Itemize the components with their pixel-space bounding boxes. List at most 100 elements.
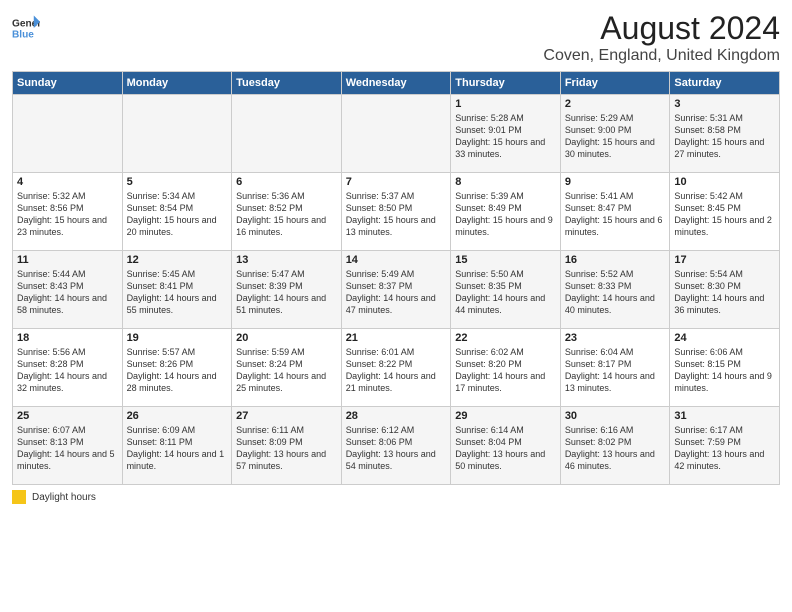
calendar-cell-w3-d4: 14Sunrise: 5:49 AMSunset: 8:37 PMDayligh… <box>341 251 451 329</box>
cell-info: Sunrise: 6:01 AMSunset: 8:22 PMDaylight:… <box>346 346 447 395</box>
day-number: 29 <box>455 410 556 422</box>
calendar-cell-w5-d4: 28 Sunrise: 6:12 AMSunset: 8:06 PMDayligh… <box>341 407 451 485</box>
calendar-cell-w1-d6: 2Sunrise: 5:29 AMSunset: 9:00 PMDaylight… <box>560 95 670 173</box>
day-number: 24 <box>674 332 775 344</box>
day-number: 23 <box>565 332 666 344</box>
calendar-cell-w4-d5: 22Sunrise: 6:02 AMSunset: 8:20 PMDayligh… <box>451 329 561 407</box>
cell-info: Sunrise: 5:56 AMSunset: 8:28 PMDaylight:… <box>17 346 118 395</box>
cell-info: Sunrise: 5:50 AMSunset: 8:35 PMDaylight:… <box>455 268 556 317</box>
day-number: 1 <box>455 98 556 110</box>
calendar-table: Sunday Monday Tuesday Wednesday Thursday… <box>12 71 780 485</box>
logo: General Blue <box>12 14 40 42</box>
week-row-5: 25Sunrise: 6:07 AMSunset: 8:13 PMDayligh… <box>13 407 780 485</box>
cell-info: Sunrise: 5:34 AMSunset: 8:54 PMDaylight:… <box>127 190 228 239</box>
week-row-1: 1 Sunrise: 5:28 AMSunset: 9:01 PMDaylight… <box>13 95 780 173</box>
calendar-cell-w4-d7: 24 Sunrise: 6:06 AMSunset: 8:15 PMDayligh… <box>670 329 780 407</box>
cell-info: Sunrise: 5:57 AMSunset: 8:26 PMDaylight:… <box>127 346 228 395</box>
legend-row: Daylight hours <box>12 490 780 504</box>
cell-info: Sunrise: 5:45 AMSunset: 8:41 PMDaylight:… <box>127 268 228 317</box>
calendar-cell-w2-d5: 8 Sunrise: 5:39 AMSunset: 8:49 PMDaylight… <box>451 173 561 251</box>
page-title: August 2024 <box>543 10 780 47</box>
day-number: 3 <box>674 98 775 110</box>
calendar-cell-w4-d6: 23 Sunrise: 6:04 AMSunset: 8:17 PMDayligh… <box>560 329 670 407</box>
calendar-cell-w1-d3 <box>232 95 342 173</box>
header-wednesday: Wednesday <box>341 72 451 95</box>
calendar-cell-w2-d2: 5Sunrise: 5:34 AMSunset: 8:54 PMDaylight… <box>122 173 232 251</box>
day-number: 30 <box>565 410 666 422</box>
cell-info: Sunrise: 6:06 AMSunset: 8:15 PMDaylight:… <box>674 346 775 395</box>
calendar-cell-w1-d2 <box>122 95 232 173</box>
cell-info: Sunrise: 5:52 AMSunset: 8:33 PMDaylight:… <box>565 268 666 317</box>
day-number: 31 <box>674 410 775 422</box>
calendar-cell-w1-d1 <box>13 95 123 173</box>
cell-info: Sunrise: 5:47 AMSunset: 8:39 PMDaylight:… <box>236 268 337 317</box>
svg-text:Blue: Blue <box>12 29 34 40</box>
calendar-cell-w2-d6: 9Sunrise: 5:41 AMSunset: 8:47 PMDaylight… <box>560 173 670 251</box>
calendar-cell-w4-d4: 21 Sunrise: 6:01 AMSunset: 8:22 PMDayligh… <box>341 329 451 407</box>
calendar-cell-w2-d7: 10 Sunrise: 5:42 AMSunset: 8:45 PMDayligh… <box>670 173 780 251</box>
day-number: 8 <box>455 176 556 188</box>
cell-info: Sunrise: 6:16 AMSunset: 8:02 PMDaylight:… <box>565 424 666 473</box>
day-number: 25 <box>17 410 118 422</box>
calendar-cell-w3-d2: 12Sunrise: 5:45 AMSunset: 8:41 PMDayligh… <box>122 251 232 329</box>
header-thursday: Thursday <box>451 72 561 95</box>
cell-info: Sunrise: 6:09 AMSunset: 8:11 PMDaylight:… <box>127 424 228 473</box>
cell-info: Sunrise: 5:59 AMSunset: 8:24 PMDaylight:… <box>236 346 337 395</box>
cell-info: Sunrise: 6:17 AMSunset: 7:59 PMDaylight:… <box>674 424 775 473</box>
day-number: 20 <box>236 332 337 344</box>
header-friday: Friday <box>560 72 670 95</box>
calendar-cell-w2-d1: 4Sunrise: 5:32 AMSunset: 8:56 PMDaylight… <box>13 173 123 251</box>
header-tuesday: Tuesday <box>232 72 342 95</box>
day-number: 15 <box>455 254 556 266</box>
cell-info: Sunrise: 5:49 AMSunset: 8:37 PMDaylight:… <box>346 268 447 317</box>
cell-info: Sunrise: 5:28 AMSunset: 9:01 PMDaylight:… <box>455 112 556 161</box>
day-number: 13 <box>236 254 337 266</box>
calendar-cell-w5-d6: 30 Sunrise: 6:16 AMSunset: 8:02 PMDayligh… <box>560 407 670 485</box>
calendar-cell-w3-d5: 15 Sunrise: 5:50 AMSunset: 8:35 PMDayligh… <box>451 251 561 329</box>
calendar-cell-w4-d1: 18 Sunrise: 5:56 AMSunset: 8:28 PMDayligh… <box>13 329 123 407</box>
cell-info: Sunrise: 5:39 AMSunset: 8:49 PMDaylight:… <box>455 190 556 239</box>
calendar-cell-w1-d4 <box>341 95 451 173</box>
logo-icon: General Blue <box>12 14 40 42</box>
main-container: General Blue August 2024 Coven, England,… <box>0 0 792 512</box>
legend-color-box <box>12 490 26 504</box>
header-monday: Monday <box>122 72 232 95</box>
cell-info: Sunrise: 6:12 AMSunset: 8:06 PMDaylight:… <box>346 424 447 473</box>
cell-info: Sunrise: 6:14 AMSunset: 8:04 PMDaylight:… <box>455 424 556 473</box>
day-number: 18 <box>17 332 118 344</box>
day-number: 27 <box>236 410 337 422</box>
calendar-cell-w3-d6: 16Sunrise: 5:52 AMSunset: 8:33 PMDayligh… <box>560 251 670 329</box>
calendar-cell-w5-d2: 26 Sunrise: 6:09 AMSunset: 8:11 PMDayligh… <box>122 407 232 485</box>
calendar-cell-w3-d1: 11Sunrise: 5:44 AMSunset: 8:43 PMDayligh… <box>13 251 123 329</box>
calendar-cell-w1-d5: 1 Sunrise: 5:28 AMSunset: 9:01 PMDaylight… <box>451 95 561 173</box>
header-sunday: Sunday <box>13 72 123 95</box>
day-number: 11 <box>17 254 118 266</box>
title-block: August 2024 Coven, England, United Kingd… <box>543 10 780 65</box>
day-number: 4 <box>17 176 118 188</box>
day-number: 19 <box>127 332 228 344</box>
day-number: 21 <box>346 332 447 344</box>
day-number: 10 <box>674 176 775 188</box>
day-number: 2 <box>565 98 666 110</box>
header: General Blue August 2024 Coven, England,… <box>12 10 780 65</box>
cell-info: Sunrise: 5:36 AMSunset: 8:52 PMDaylight:… <box>236 190 337 239</box>
calendar-cell-w5-d3: 27 Sunrise: 6:11 AMSunset: 8:09 PMDayligh… <box>232 407 342 485</box>
day-number: 26 <box>127 410 228 422</box>
cell-info: Sunrise: 5:42 AMSunset: 8:45 PMDaylight:… <box>674 190 775 239</box>
week-row-4: 18 Sunrise: 5:56 AMSunset: 8:28 PMDayligh… <box>13 329 780 407</box>
cell-info: Sunrise: 6:11 AMSunset: 8:09 PMDaylight:… <box>236 424 337 473</box>
calendar-cell-w4-d3: 20 Sunrise: 5:59 AMSunset: 8:24 PMDayligh… <box>232 329 342 407</box>
cell-info: Sunrise: 6:04 AMSunset: 8:17 PMDaylight:… <box>565 346 666 395</box>
calendar-cell-w2-d3: 6 Sunrise: 5:36 AMSunset: 8:52 PMDaylight… <box>232 173 342 251</box>
day-header-row: Sunday Monday Tuesday Wednesday Thursday… <box>13 72 780 95</box>
cell-info: Sunrise: 5:31 AMSunset: 8:58 PMDaylight:… <box>674 112 775 161</box>
calendar-cell-w5-d7: 31 Sunrise: 6:17 AMSunset: 7:59 PMDayligh… <box>670 407 780 485</box>
calendar-cell-w3-d7: 17Sunrise: 5:54 AMSunset: 8:30 PMDayligh… <box>670 251 780 329</box>
day-number: 22 <box>455 332 556 344</box>
cell-info: Sunrise: 5:37 AMSunset: 8:50 PMDaylight:… <box>346 190 447 239</box>
week-row-3: 11Sunrise: 5:44 AMSunset: 8:43 PMDayligh… <box>13 251 780 329</box>
cell-info: Sunrise: 5:41 AMSunset: 8:47 PMDaylight:… <box>565 190 666 239</box>
day-number: 6 <box>236 176 337 188</box>
calendar-cell-w4-d2: 19 Sunrise: 5:57 AMSunset: 8:26 PMDayligh… <box>122 329 232 407</box>
day-number: 28 <box>346 410 447 422</box>
